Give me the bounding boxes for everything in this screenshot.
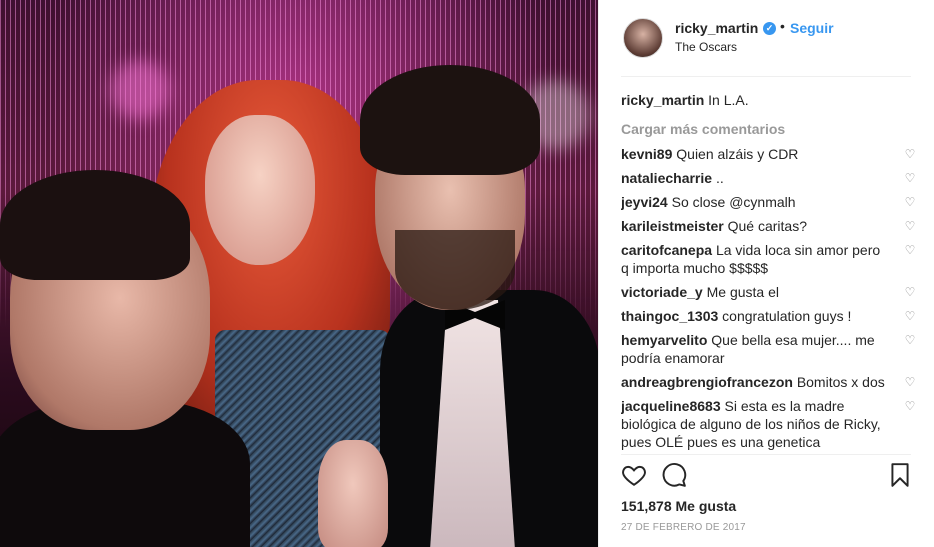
comment-text: congratulation guys ! [722, 308, 852, 324]
stage-light [110, 60, 170, 120]
comment-item: karileistmeister Qué caritas? ♡ [621, 217, 916, 235]
comment-username[interactable]: victoriade_y [621, 284, 703, 300]
follow-button[interactable]: Seguir [790, 20, 834, 36]
caption-text: In L.A. [708, 92, 749, 108]
comment-username[interactable]: andreagbrengiofrancezon [621, 374, 793, 390]
comment-item: kevni89 Quien alzáis y CDR ♡ [621, 145, 916, 163]
verified-badge-icon: ✓ [763, 22, 776, 35]
comment-like-heart-icon[interactable]: ♡ [904, 310, 916, 322]
comment-item: thaingoc_1303 congratulation guys ! ♡ [621, 307, 916, 325]
heart-icon[interactable] [621, 462, 647, 488]
comment-item: caritofcanepa La vida loca sin amor pero… [621, 241, 916, 277]
comment-text: .. [715, 170, 724, 186]
comment-text: Qué caritas? [727, 218, 807, 234]
comment-like-heart-icon[interactable]: ♡ [904, 244, 916, 256]
post-header: ricky_martin ✓ • Seguir The Oscars [599, 0, 934, 76]
comment-username[interactable]: caritofcanepa [621, 242, 712, 258]
comment-like-heart-icon[interactable]: ♡ [904, 400, 916, 412]
comment-item: jeyvi24 So close @cynmalh ♡ [621, 193, 916, 211]
comment-bubble-icon[interactable] [661, 462, 687, 488]
comment-like-heart-icon[interactable]: ♡ [904, 196, 916, 208]
comment-username[interactable]: kevni89 [621, 146, 672, 162]
header-username[interactable]: ricky_martin [675, 20, 758, 36]
comment-like-heart-icon[interactable]: ♡ [904, 148, 916, 160]
post-caption: ricky_martin In L.A. [621, 91, 916, 109]
bookmark-icon[interactable] [887, 462, 913, 488]
action-bar [621, 462, 911, 490]
avatar[interactable] [623, 18, 663, 58]
comments-list[interactable]: ricky_martin In L.A. Cargar más comentar… [621, 88, 916, 454]
comment-username[interactable]: thaingoc_1303 [621, 308, 718, 324]
comment-like-heart-icon[interactable]: ♡ [904, 172, 916, 184]
comment-username[interactable]: karileistmeister [621, 218, 724, 234]
comment-username[interactable]: hemyarvelito [621, 332, 707, 348]
post-date[interactable]: 27 DE FEBRERO DE 2017 [621, 522, 746, 533]
comment-item: andreagbrengiofrancezon Bomitos x dos ♡ [621, 373, 916, 391]
man-left-hair [0, 170, 190, 280]
separator-dot: • [780, 18, 785, 34]
comment-text: Me gusta el [706, 284, 779, 300]
location-link[interactable]: The Oscars [675, 40, 737, 54]
comment-like-heart-icon[interactable]: ♡ [904, 334, 916, 346]
man-right-hair [360, 65, 540, 175]
woman-face [205, 115, 315, 265]
comment-username[interactable]: jeyvi24 [621, 194, 668, 210]
comment-text: Quien alzáis y CDR [676, 146, 799, 162]
comment-item: jacqueline8683 Si esta es la madre bioló… [621, 397, 916, 451]
man-right-beard [395, 230, 515, 310]
comment-like-heart-icon[interactable]: ♡ [904, 286, 916, 298]
likes-count[interactable]: 151,878 Me gusta [621, 498, 736, 514]
post-photo[interactable] [0, 0, 598, 547]
comment-item: victoriade_y Me gusta el ♡ [621, 283, 916, 301]
caption-username[interactable]: ricky_martin [621, 92, 704, 108]
post-sidebar: ricky_martin ✓ • Seguir The Oscars ricky… [598, 0, 934, 547]
divider [621, 454, 911, 455]
comment-text: Bomitos x dos [796, 374, 885, 390]
comment-username[interactable]: nataliecharrie [621, 170, 712, 186]
comment-like-heart-icon[interactable]: ♡ [904, 220, 916, 232]
comment-like-heart-icon[interactable]: ♡ [904, 376, 916, 388]
load-more-comments-button[interactable]: Cargar más comentarios [621, 121, 916, 137]
comment-username[interactable]: jacqueline8683 [621, 398, 721, 414]
comment-container: kevni89 Quien alzáis y CDR ♡ nataliecharri… [621, 145, 916, 451]
comment-item: nataliecharrie .. ♡ [621, 169, 916, 187]
peace-sign-hand [318, 440, 388, 547]
comment-text: So close @cynmalh [671, 194, 796, 210]
divider [621, 76, 911, 77]
comment-item: hemyarvelito Que bella esa mujer.... me … [621, 331, 916, 367]
